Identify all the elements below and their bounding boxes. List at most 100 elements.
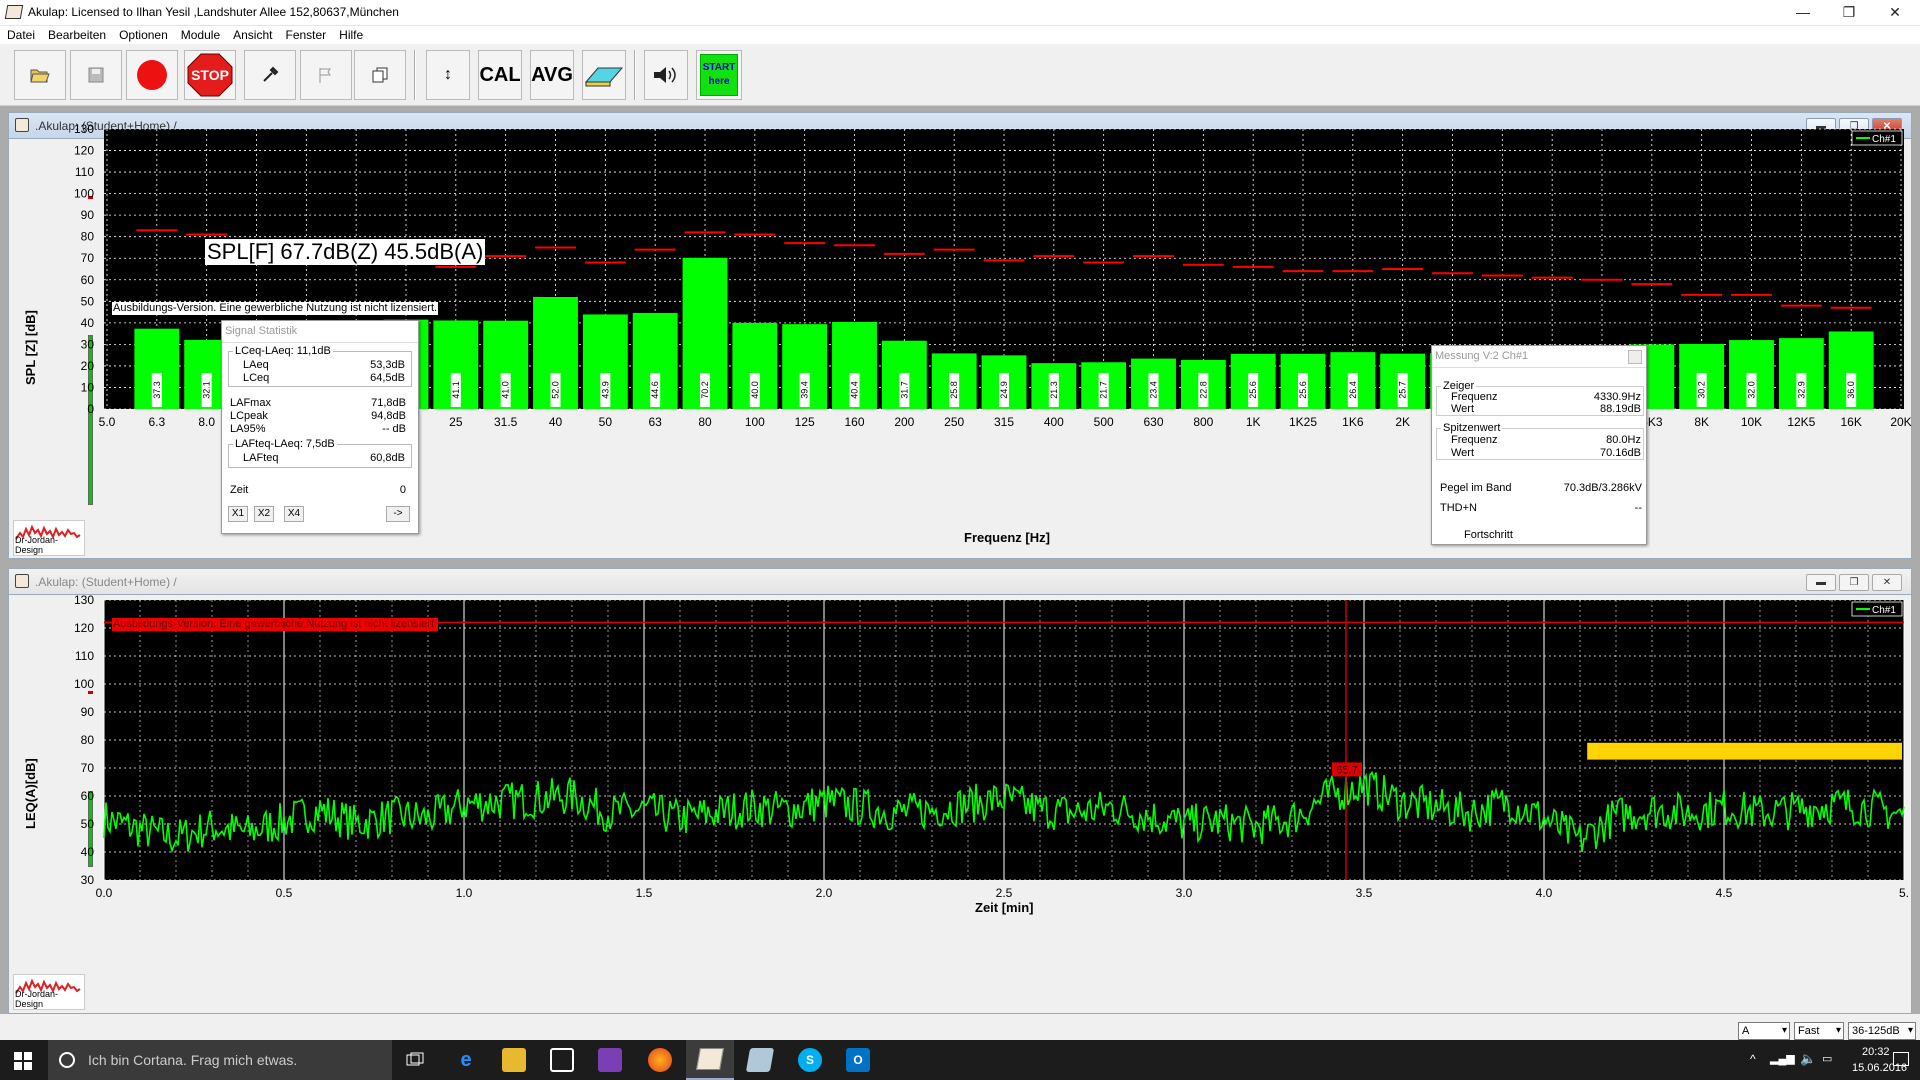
- spectrum-x-tick: 8.0: [198, 415, 215, 429]
- height-button[interactable]: ↕: [426, 50, 470, 100]
- spectrum-y-tick: 20: [81, 359, 95, 373]
- spitze-frequenz-value: 80.0Hz: [1606, 434, 1641, 446]
- x4-button[interactable]: X4: [284, 506, 304, 522]
- spectrum-y-tick: 40: [81, 316, 95, 330]
- record-button[interactable]: [126, 50, 178, 100]
- leq-x-tick: 1.5: [636, 886, 653, 900]
- keyboard-icon[interactable]: ▭: [1822, 1052, 1832, 1065]
- leq-highlight-band: [1587, 742, 1902, 760]
- spectrum-bar-label: 30.2: [1697, 381, 1707, 399]
- menu-module[interactable]: Module: [174, 26, 226, 44]
- spectrum-x-tick: 160: [844, 415, 864, 429]
- edge-icon[interactable]: e: [454, 1048, 478, 1072]
- x2-button[interactable]: X2: [254, 506, 274, 522]
- menu-datei[interactable]: Datei: [0, 26, 41, 44]
- notifications-icon[interactable]: [1893, 1052, 1909, 1066]
- range-select[interactable]: 36-125dB: [1848, 1022, 1916, 1040]
- 3d-view-button[interactable]: [582, 50, 626, 100]
- leq-y-tick: 30: [81, 873, 95, 887]
- visual-studio-icon[interactable]: [598, 1048, 622, 1072]
- spectrum-x-label: Frequenz [Hz]: [964, 530, 1050, 545]
- spitze-wert-label: Wert: [1451, 447, 1475, 459]
- network-icon[interactable]: ▂▄▆: [1770, 1052, 1795, 1065]
- spectrum-bar-label: 23.4: [1149, 381, 1159, 399]
- open-button[interactable]: [14, 50, 66, 100]
- outlook-icon[interactable]: O: [846, 1048, 870, 1072]
- avg-button[interactable]: AVG: [530, 50, 574, 100]
- leq-x-tick: 0.5: [276, 886, 293, 900]
- menu-bearbeiten[interactable]: Bearbeiten: [41, 26, 112, 44]
- weighting-select[interactable]: A: [1738, 1022, 1790, 1040]
- close-button[interactable]: ✕: [1872, 0, 1918, 26]
- cal-button[interactable]: CAL: [478, 50, 522, 100]
- copy-icon: [372, 67, 388, 83]
- restore-button[interactable]: ❐: [1826, 0, 1872, 26]
- zeiger-frequenz-value: 4330.9Hz: [1593, 391, 1641, 403]
- spectrum-y-tick: 10: [81, 380, 95, 394]
- clock-time: 20:32: [1862, 1046, 1890, 1058]
- menu-optionen[interactable]: Optionen: [112, 26, 174, 44]
- spectrum-y-tick: 100: [74, 187, 94, 201]
- leq-y-tick: 90: [81, 705, 95, 719]
- settings-button[interactable]: [244, 50, 296, 100]
- copy-button[interactable]: [354, 50, 406, 100]
- save-button[interactable]: [70, 50, 122, 100]
- marker-button[interactable]: [300, 50, 352, 100]
- mdi-workspace: .Akulap: (Student+Home) / ▬ ❐ ✕ SPL [Z] …: [0, 106, 1920, 1014]
- firefox-icon[interactable]: [648, 1048, 672, 1072]
- leq-x-tick: 4.0: [1536, 886, 1553, 900]
- logo-text: Dr-Jordan-Design: [15, 535, 59, 555]
- menu-fenster[interactable]: Fenster: [278, 26, 332, 44]
- leq-y-tick: 110: [75, 649, 94, 663]
- leq-y-tick: 80: [81, 733, 95, 747]
- volume-icon[interactable]: 🔈: [1800, 1051, 1816, 1067]
- menu-ansicht[interactable]: Ansicht: [226, 26, 278, 44]
- tray-chevron-icon[interactable]: ^: [1750, 1052, 1756, 1066]
- messung-close-button[interactable]: [1628, 350, 1642, 364]
- store-icon[interactable]: [550, 1048, 574, 1072]
- spectrum-y-tick: 60: [81, 273, 95, 287]
- spectrum-x-tick: 1K6: [1342, 415, 1364, 429]
- spectrum-x-tick: 50: [599, 415, 613, 429]
- speed-select[interactable]: Fast: [1794, 1022, 1844, 1040]
- messung-title: Messung V:2 Ch#1: [1432, 346, 1646, 368]
- cortana-search-box[interactable]: Ich bin Cortana. Frag mich etwas.: [48, 1040, 392, 1080]
- window-titlebar: Akulap: Licensed to Ilhan Yesil ,Landshu…: [0, 0, 1920, 26]
- menu-hilfe[interactable]: Hilfe: [332, 26, 369, 44]
- spectrum-x-tick: 1K25: [1289, 415, 1317, 429]
- leq-window: .Akulap: (Student+Home) / ▬ ❐ ✕ LEQ(A)[d…: [8, 568, 1912, 1014]
- task-view-icon[interactable]: [406, 1052, 426, 1068]
- spectrum-x-tick: 800: [1193, 415, 1213, 429]
- stop-label: STOP: [191, 67, 229, 83]
- spectrum-bar-label: 32.1: [202, 381, 212, 399]
- messung-dialog: Messung V:2 Ch#1 Zeiger Frequenz 4330.9H…: [1431, 345, 1647, 545]
- record-icon: [137, 60, 167, 90]
- spectrum-bar-label: 21.3: [1049, 381, 1059, 399]
- next-button[interactable]: ->: [386, 506, 410, 522]
- spectrum-bar-label: 21.7: [1099, 381, 1109, 399]
- skype-icon[interactable]: S: [798, 1048, 822, 1072]
- pegel-value: 70.3dB/3.286kV: [1563, 482, 1642, 494]
- spectrum-y-tick: 110: [75, 165, 94, 179]
- spectrum-y-tick: 0: [87, 402, 94, 416]
- spectrum-x-tick: 400: [1044, 415, 1064, 429]
- spectrum-bar-label: 26.4: [1348, 381, 1358, 399]
- file-explorer-icon[interactable]: [502, 1048, 526, 1072]
- leq-cursor-label: 65.7: [1336, 764, 1357, 776]
- x1-button[interactable]: X1: [228, 506, 248, 522]
- spitzenwert-label: Spitzenwert: [1441, 422, 1503, 434]
- spectrum-x-tick: 63: [648, 415, 662, 429]
- thd-label: THD+N: [1440, 502, 1477, 514]
- start-here-button[interactable]: START here: [696, 50, 742, 100]
- minimize-button[interactable]: —: [1780, 0, 1826, 26]
- notepad-icon[interactable]: [745, 1048, 775, 1072]
- windows-start-icon[interactable]: [14, 1052, 32, 1070]
- stop-button[interactable]: STOP: [184, 50, 236, 100]
- leq-x-tick: 2.5: [996, 886, 1013, 900]
- akulap-taskbar-button[interactable]: [686, 1040, 734, 1080]
- spectrum-y-tick: 80: [81, 230, 95, 244]
- menu-bar: Datei Bearbeiten Optionen Module Ansicht Fens…: [0, 26, 1920, 44]
- spectrum-y-tick: 90: [81, 208, 95, 222]
- leq-x-tick: 3.0: [1176, 886, 1193, 900]
- speaker-button[interactable]: [644, 50, 688, 100]
